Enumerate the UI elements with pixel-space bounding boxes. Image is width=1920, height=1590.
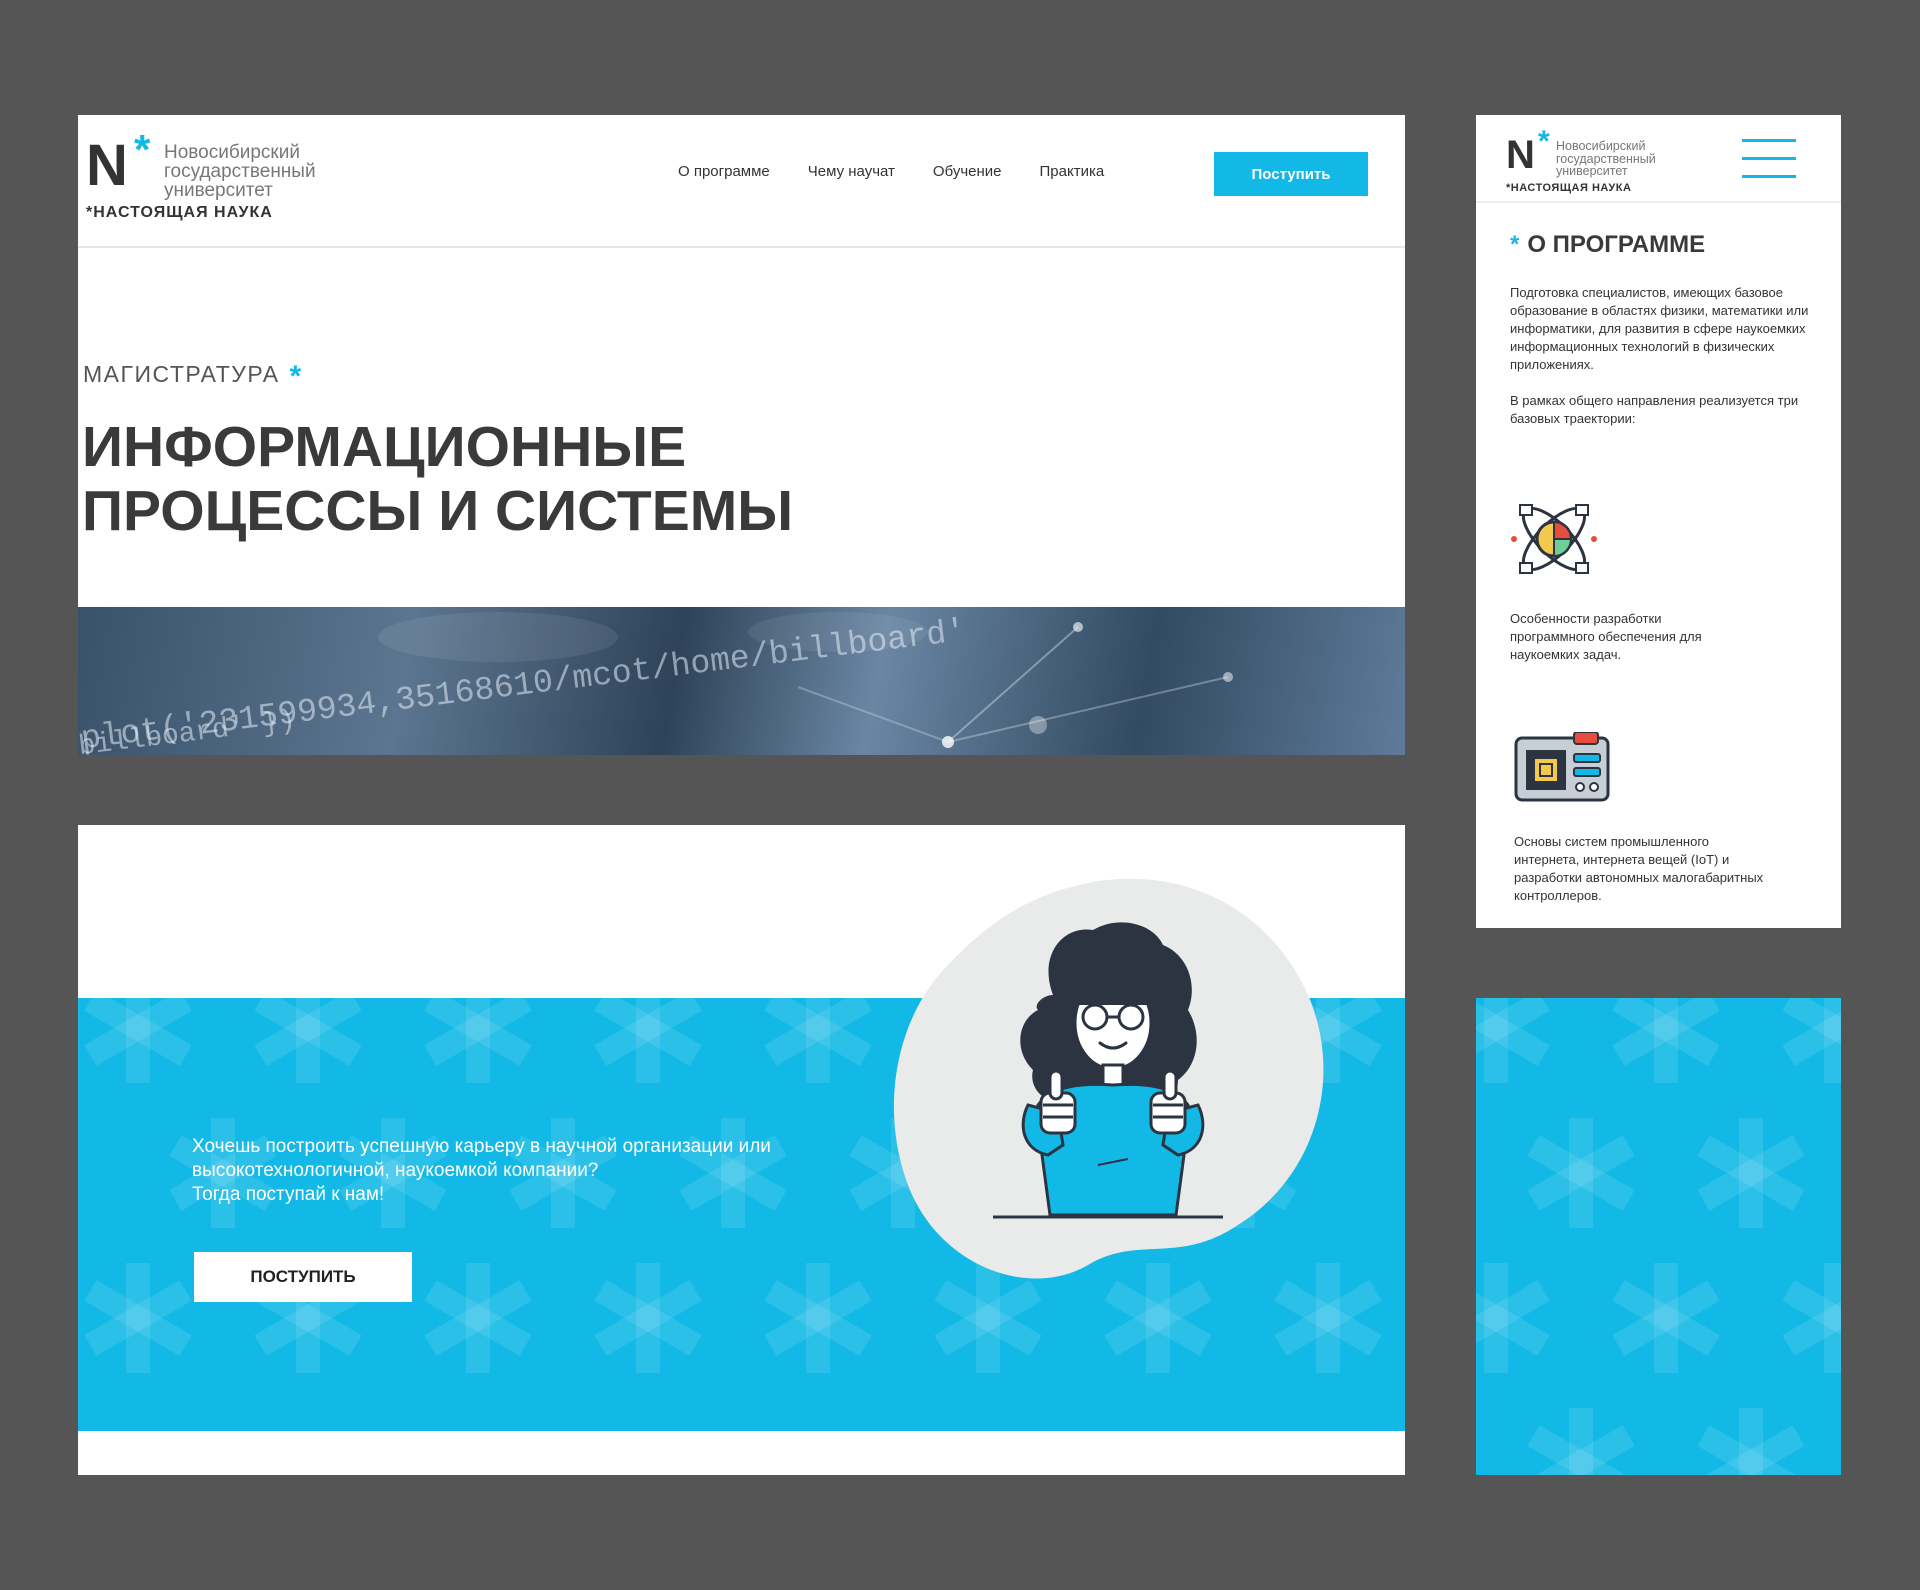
hero-banner-image: plot('231599934,35168610/mcot/home/billb…: [78, 607, 1405, 755]
logo-university-name: Новосибирский государственный университе…: [164, 143, 316, 200]
mobile-logo-university-name: Новосибирский государственный университе…: [1556, 140, 1656, 178]
logo-line-2: государственный: [164, 161, 316, 182]
mobile-about-panel: N * Новосибирский государственный универ…: [1476, 115, 1841, 928]
nav-item-study[interactable]: Обучение: [933, 163, 1002, 180]
enroll-button[interactable]: ПОСТУПИТЬ: [194, 1252, 412, 1302]
page-title-line-2: ПРОЦЕССЫ И СИСТЕМЫ: [82, 479, 793, 543]
logo-letter: N: [86, 133, 128, 198]
hero-kicker-text: МАГИСТРАТУРА: [83, 361, 280, 387]
mobile-logo-tagline: *НАСТОЯЩАЯ НАУКА: [1506, 182, 1632, 194]
mobile-logo-line-1: Новосибирский: [1556, 139, 1646, 153]
cta-text-line-3: Тогда поступай к нам!: [192, 1184, 385, 1205]
mobile-header: N * Новосибирский государственный универ…: [1476, 115, 1841, 203]
student-thumbs-up-illustration: [893, 878, 1324, 1279]
asterisk-icon: *: [1510, 231, 1520, 258]
main-nav: О программе Чему научат Обучение Практик…: [678, 163, 1142, 180]
hamburger-menu-icon[interactable]: [1742, 139, 1796, 179]
mobile-logo-line-3: университет: [1556, 164, 1628, 178]
logo-line-3: университет: [164, 180, 273, 201]
cta-text-line-2: высокотехнологичной, наукоемкой компании…: [192, 1160, 599, 1181]
trajectory-2-caption: Основы систем промышленного интернета, и…: [1514, 834, 1764, 903]
mobile-logo-star-icon: *: [1538, 125, 1550, 158]
nav-item-practice[interactable]: Практика: [1040, 163, 1105, 180]
about-paragraph-1: Подготовка специалистов, имеющих базовое…: [1510, 285, 1809, 372]
career-cta-panel: Хочешь построить успешную карьеру в науч…: [78, 825, 1405, 1475]
section-title-text: О ПРОГРАММЕ: [1527, 231, 1706, 258]
desktop-hero-panel: N * Новосибирский государственный универ…: [78, 115, 1405, 755]
mobile-university-logo[interactable]: N * Новосибирский государственный универ…: [1506, 127, 1706, 197]
nav-item-skills[interactable]: Чему научат: [808, 163, 895, 180]
mobile-asterisk-pattern-decoration: [1476, 998, 1841, 1475]
atom-chart-icon: [1511, 504, 1597, 574]
logo-star-icon: *: [134, 126, 151, 173]
cta-text: Хочешь построить успешную карьеру в науч…: [192, 1135, 832, 1207]
mobile-logo-letter: N: [1506, 133, 1535, 177]
hero-kicker: МАГИСТРАТУРА *: [83, 360, 303, 394]
desktop-header: N * Новосибирский государственный универ…: [78, 115, 1405, 248]
page-title-line-1: ИНФОРМАЦИОННЫЕ: [82, 415, 687, 479]
logo-tagline: *НАСТОЯЩАЯ НАУКА: [86, 204, 273, 221]
circuit-board-icon: [1514, 732, 1610, 802]
nav-item-about[interactable]: О программе: [678, 163, 770, 180]
cta-text-line-1: Хочешь построить успешную карьеру в науч…: [192, 1136, 771, 1157]
asterisk-icon: *: [289, 360, 303, 393]
section-title: * О ПРОГРАММЕ: [1510, 231, 1705, 259]
about-paragraph-2: В рамках общего направления реализуется …: [1510, 393, 1799, 426]
logo-line-1: Новосибирский: [164, 142, 300, 163]
mobile-blue-panel: [1476, 998, 1841, 1475]
apply-button[interactable]: Поступить: [1214, 152, 1368, 196]
page-title: ИНФОРМАЦИОННЫЕ ПРОЦЕССЫ И СИСТЕМЫ: [82, 415, 982, 543]
university-logo[interactable]: N * Новосибирский государственный универ…: [86, 125, 356, 225]
trajectory-1-caption: Особенности разработки программного обес…: [1510, 611, 1702, 662]
